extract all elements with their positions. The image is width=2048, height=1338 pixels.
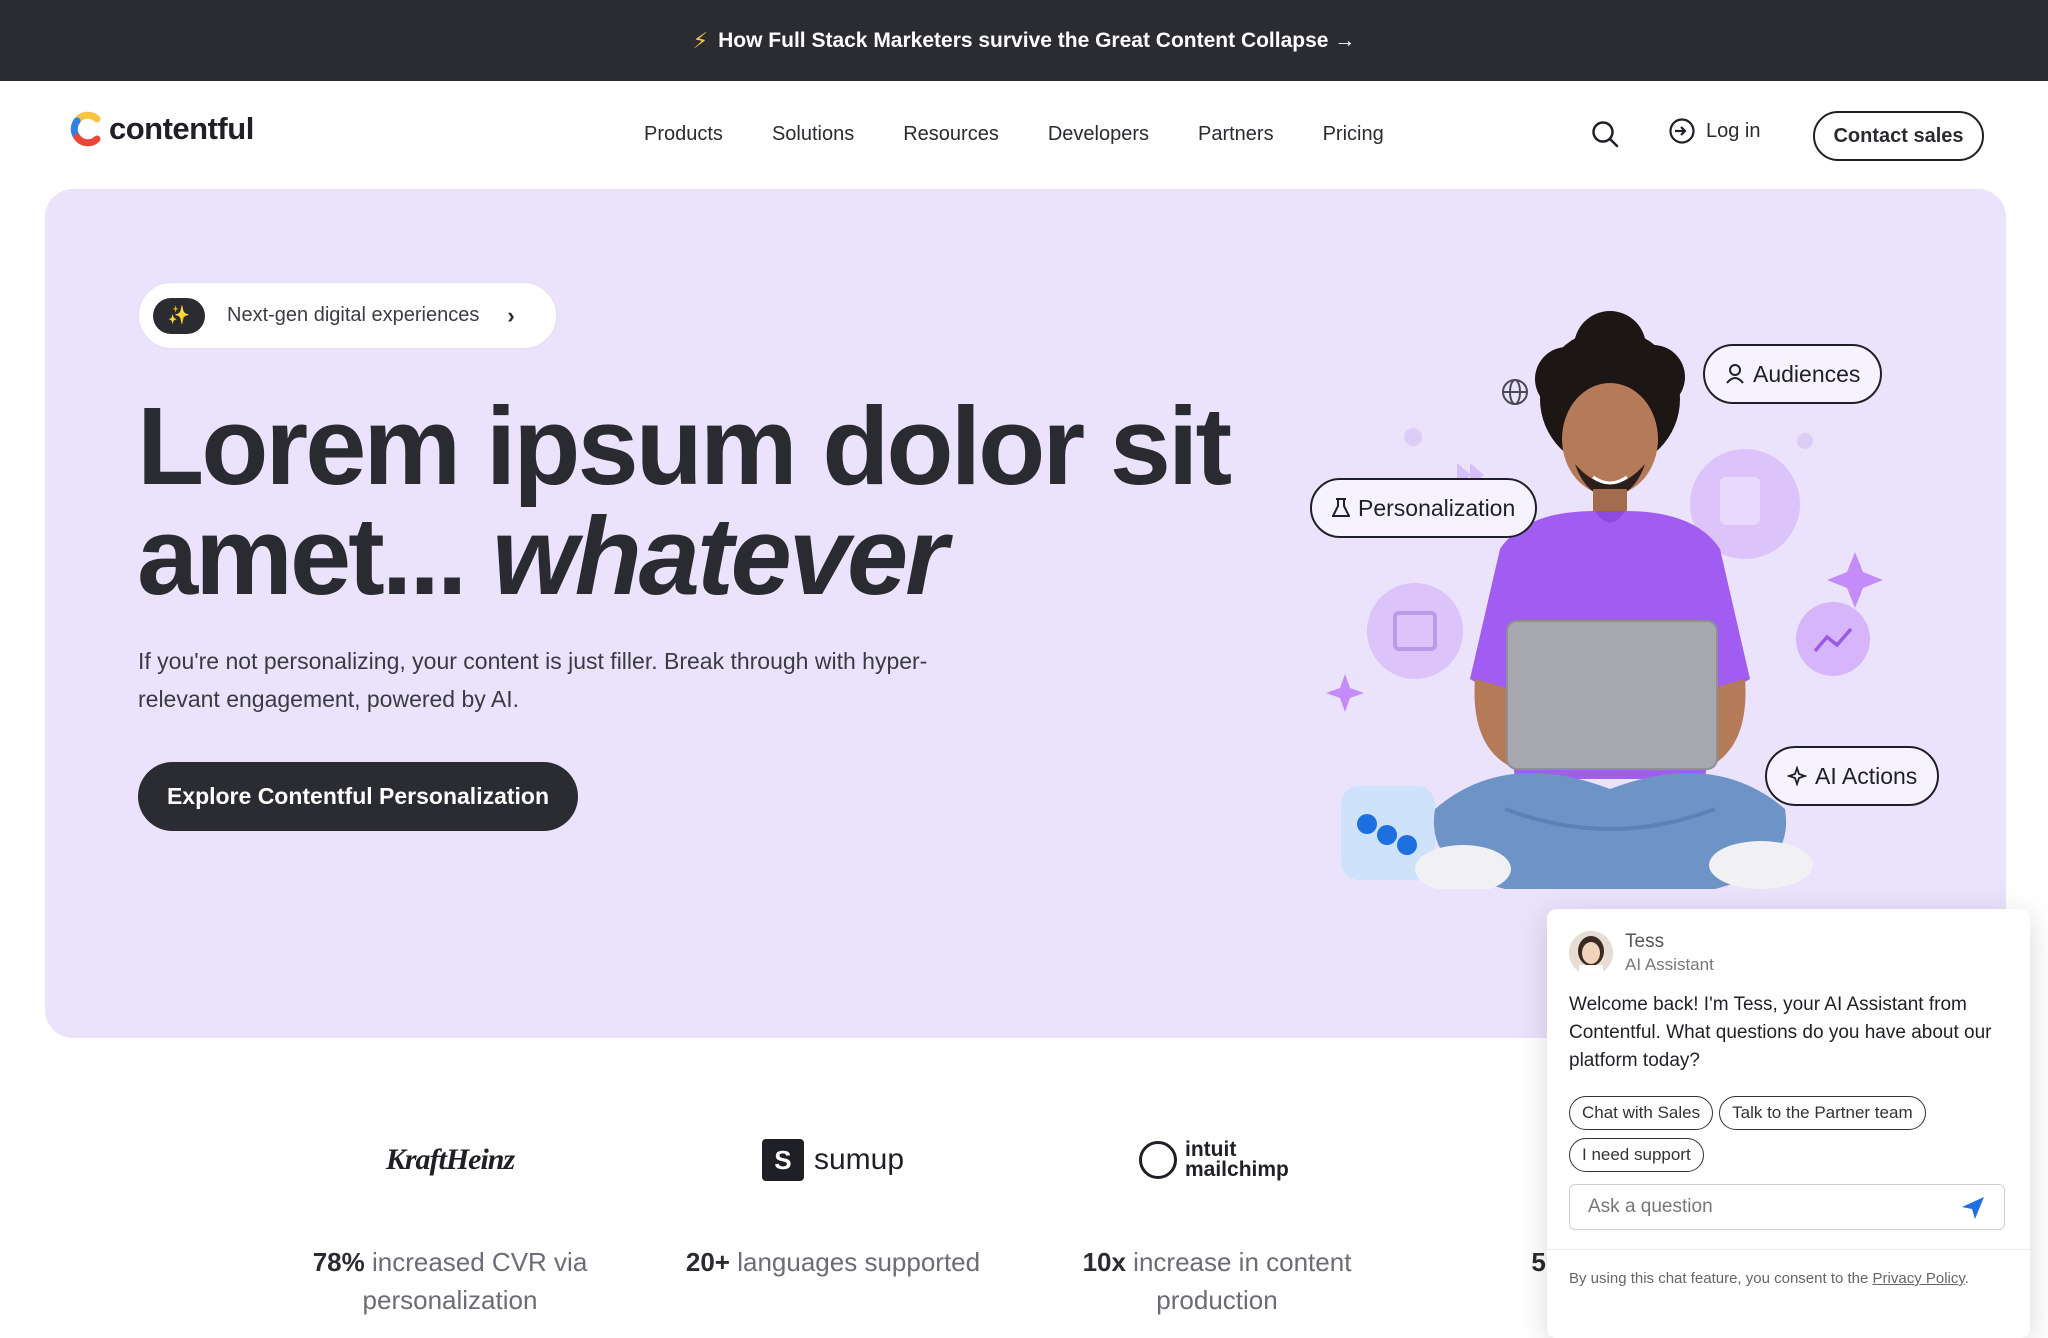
announcement-pill[interactable]: ✨ Next-gen digital experiences ›: [138, 282, 557, 349]
kraftheinz-logo: KraftHeinz: [290, 1125, 610, 1195]
hero-title-italic: whatever: [492, 495, 948, 618]
hero-title-line2: amet...: [137, 495, 493, 618]
ask-placeholder: Ask a question: [1588, 1196, 1713, 1217]
ai-actions-label: AI Actions: [1815, 762, 1918, 789]
nav-item-resources[interactable]: Resources: [903, 123, 999, 146]
pill-label: Next-gen digital experiences: [227, 304, 480, 326]
sumup-logo-text: sumup: [813, 1143, 905, 1176]
audiences-tag: Audiences: [1703, 344, 1883, 404]
login-icon: [1669, 118, 1695, 144]
chat-header: Tess AI Assistant: [1569, 931, 1714, 975]
nav-item-partners[interactable]: Partners: [1198, 123, 1274, 146]
stat-kraftheinz: KraftHeinz 78% increased CVR via persona…: [290, 1125, 610, 1319]
sparkles-icon: ✨: [153, 297, 205, 334]
lightning-icon: ⚡: [692, 27, 709, 53]
legal-suffix: .: [1964, 1270, 1969, 1287]
flask-icon: [1332, 498, 1350, 517]
hero-subtitle: If you're not personalizing, your conten…: [138, 648, 928, 712]
nav-item-products[interactable]: Products: [644, 123, 723, 146]
personalization-tag: Personalization: [1310, 478, 1538, 538]
partner-team-chip[interactable]: Talk to the Partner team: [1719, 1096, 1926, 1130]
stat-text: 20+ languages supported: [673, 1243, 993, 1281]
nav-item-solutions[interactable]: Solutions: [772, 123, 854, 146]
explore-personalization-button[interactable]: Explore Contentful Personalization: [138, 762, 578, 831]
mailchimp-logo: intuit mailchimp: [1057, 1125, 1377, 1195]
ai-actions-tag: AI Actions: [1765, 746, 1940, 806]
hero-title: Lorem ipsum dolor sit amet... whatever: [137, 392, 1237, 612]
assistant-name: Tess: [1625, 931, 1665, 952]
sparkle-icon: [1787, 766, 1807, 786]
need-support-chip[interactable]: I need support: [1569, 1138, 1704, 1172]
announcement-bar[interactable]: ⚡ How Full Stack Marketers survive the G…: [0, 0, 2048, 81]
hero-illustration: Audiences Personalization AI Actions: [1275, 249, 1975, 889]
stat-desc: languages supported: [730, 1247, 981, 1277]
user-icon: [1726, 364, 1744, 384]
chevron-right-icon: ›: [507, 302, 515, 328]
assistant-avatar-art: [1569, 931, 1613, 975]
login-link[interactable]: Log in: [1668, 117, 1761, 145]
contact-sales-button[interactable]: Contact sales: [1813, 111, 1984, 161]
personalization-label: Personalization: [1358, 494, 1516, 521]
stat-desc: increased CVR via personalization: [362, 1247, 588, 1315]
nav-item-pricing[interactable]: Pricing: [1323, 123, 1384, 146]
assistant-avatar: [1569, 931, 1613, 975]
stat-value: 78%: [312, 1247, 365, 1277]
quick-replies: Chat with Sales Talk to the Partner team…: [1569, 1096, 2009, 1172]
chat-legal-note: By using this chat feature, you consent …: [1547, 1249, 2030, 1290]
ask-question-input[interactable]: Ask a question: [1569, 1184, 2005, 1230]
nav-item-developers[interactable]: Developers: [1048, 123, 1149, 146]
kraftheinz-logo-text: KraftHeinz: [385, 1143, 515, 1176]
login-label: Log in: [1706, 119, 1761, 142]
stat-sumup: S sumup 20+ languages supported: [673, 1125, 993, 1281]
stat-desc: increase in content production: [1125, 1247, 1352, 1315]
chat-widget[interactable]: Tess AI Assistant Welcome back! I'm Tess…: [1547, 909, 2030, 1338]
mailchimp-icon: [1139, 1141, 1177, 1179]
main-menu: Products Solutions Resources Developers …: [644, 81, 1384, 187]
announcement-text[interactable]: How Full Stack Marketers survive the Gre…: [718, 29, 1355, 53]
welcome-message: Welcome back! I'm Tess, your AI Assistan…: [1569, 994, 1992, 1071]
audiences-label: Audiences: [1753, 360, 1861, 387]
logo[interactable]: contentful: [69, 111, 254, 147]
top-nav: contentful Products Solutions Resources …: [0, 81, 2048, 187]
search-icon[interactable]: [1590, 119, 1620, 149]
hero-title-line1: Lorem ipsum dolor sit: [137, 385, 1232, 508]
stat-value: 10x: [1082, 1247, 1126, 1277]
contentful-logo-icon: [70, 111, 101, 147]
chat-with-sales-chip[interactable]: Chat with Sales: [1569, 1096, 1714, 1130]
stat-text: 10x increase in content production: [1057, 1243, 1377, 1319]
sumup-logo-mark: S: [761, 1139, 804, 1181]
privacy-policy-link[interactable]: Privacy Policy: [1873, 1270, 1965, 1287]
stat-value: 20+: [685, 1247, 730, 1277]
logo-wordmark: contentful: [109, 111, 254, 146]
assistant-role: AI Assistant: [1625, 955, 1714, 974]
send-icon[interactable]: [1960, 1195, 1986, 1221]
stat-text: 78% increased CVR via personalization: [290, 1243, 610, 1319]
mailchimp-logo-text: intuit mailchimp: [1185, 1138, 1289, 1181]
stat-mailchimp: intuit mailchimp 10x increase in content…: [1057, 1125, 1377, 1319]
legal-text: By using this chat feature, you consent …: [1569, 1270, 1873, 1287]
sumup-logo: S sumup: [673, 1125, 993, 1195]
